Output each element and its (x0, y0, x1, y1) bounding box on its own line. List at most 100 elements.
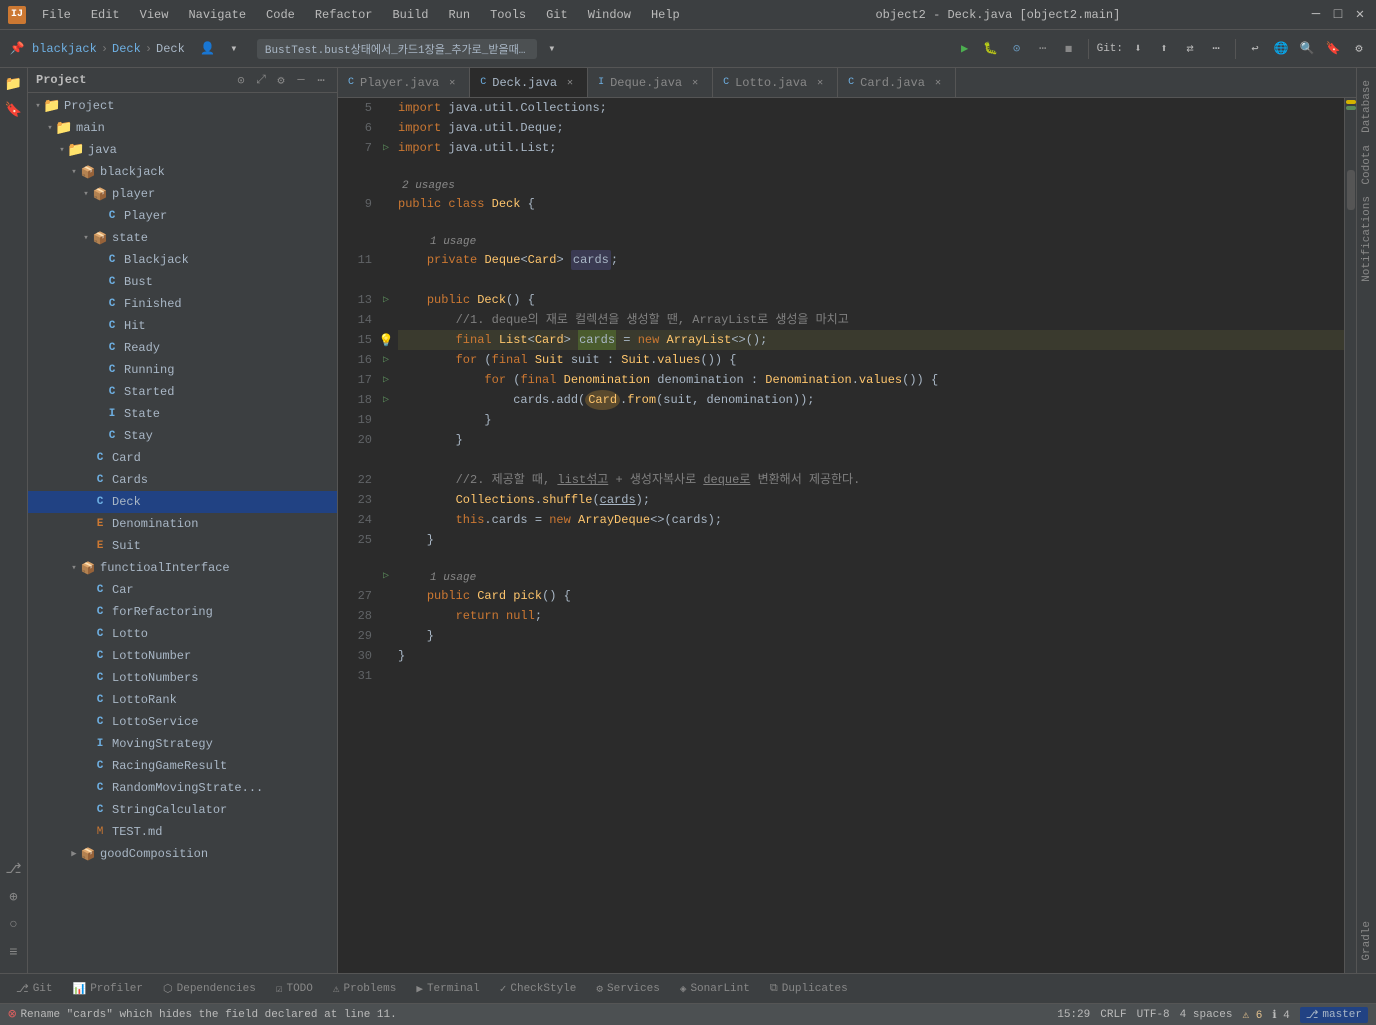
more-run-icon[interactable]: ⋯ (1032, 38, 1054, 60)
tab-close-card[interactable]: ✕ (931, 76, 945, 90)
maximize-button[interactable]: □ (1330, 7, 1346, 23)
bottom-tab-duplicates[interactable]: ⧉ Duplicates (762, 981, 856, 997)
panel-locate-icon[interactable]: ⊙ (233, 72, 249, 88)
tree-item-state[interactable]: ▾ 📦 state (28, 227, 337, 249)
git-push-icon[interactable]: ⬆ (1153, 38, 1175, 60)
side-icon-pull-requests[interactable]: ⊕ (2, 885, 26, 909)
menu-item-git[interactable]: Git (538, 6, 576, 24)
tab-close-player[interactable]: ✕ (445, 76, 459, 90)
git-pull-icon[interactable]: ⬇ (1127, 38, 1149, 60)
side-icon-structure[interactable]: ≡ (2, 941, 26, 965)
panel-gear-icon[interactable]: ⋯ (313, 72, 329, 88)
tree-item-goodComposition[interactable]: ▶ 📦 goodComposition (28, 843, 337, 865)
tree-item-LottoService[interactable]: C LottoService (28, 711, 337, 733)
breadcrumb-blackjack[interactable]: blackjack (32, 42, 97, 56)
tree-item-main[interactable]: ▾ 📁 main (28, 117, 337, 139)
git-more-icon[interactable]: ⋯ (1205, 38, 1227, 60)
git-branch[interactable]: ⎇ master (1300, 1007, 1368, 1023)
panel-label-gradle[interactable]: Gradle (1361, 917, 1373, 965)
tree-item-Player[interactable]: C Player (28, 205, 337, 227)
chevron-down-icon[interactable]: ▾ (223, 38, 245, 60)
user-icon[interactable]: 👤 (197, 38, 219, 60)
bookmark-icon[interactable]: 🔖 (1322, 38, 1344, 60)
tree-item-LottoNumbers[interactable]: C LottoNumbers (28, 667, 337, 689)
run-config-label[interactable]: BustTest.bust상태에서_카드1장을_추가로_받을때_예외가_발생한다 (257, 39, 537, 59)
tree-item-player[interactable]: ▾ 📦 player (28, 183, 337, 205)
breadcrumb-deck-pkg[interactable]: Deck (112, 42, 141, 56)
menu-item-edit[interactable]: Edit (83, 6, 128, 24)
tree-item-Started[interactable]: C Started (28, 381, 337, 403)
scrollbar-thumb[interactable] (1347, 170, 1355, 210)
charset[interactable]: UTF-8 (1137, 1009, 1170, 1021)
cursor-position[interactable]: 15:29 (1057, 1009, 1090, 1021)
bottom-tab-problems[interactable]: ⚠ Problems (325, 980, 404, 998)
menu-item-navigate[interactable]: Navigate (180, 6, 254, 24)
debug-button[interactable]: 🐛 (980, 38, 1002, 60)
bottom-tab-dependencies[interactable]: ⬡ Dependencies (155, 980, 264, 998)
tab-close-deck[interactable]: ✕ (563, 76, 577, 90)
tree-item-Bust[interactable]: C Bust (28, 271, 337, 293)
run-button[interactable]: ▶ (954, 38, 976, 60)
indent-info[interactable]: 4 spaces (1180, 1009, 1233, 1021)
breadcrumb-deck[interactable]: Deck (156, 42, 185, 56)
panel-settings-icon[interactable]: ⚙ (273, 72, 289, 88)
undo-button[interactable]: ↩ (1244, 38, 1266, 60)
tree-item-Blackjack[interactable]: C Blackjack (28, 249, 337, 271)
tab-Deck-java[interactable]: C Deck.java ✕ (470, 68, 588, 97)
bottom-tab-profiler[interactable]: 📊 Profiler (65, 980, 152, 998)
panel-label-database[interactable]: Database (1361, 76, 1373, 137)
line-ending[interactable]: CRLF (1100, 1009, 1126, 1021)
menu-item-tools[interactable]: Tools (482, 6, 534, 24)
tab-Lotto-java[interactable]: C Lotto.java ✕ (713, 68, 838, 97)
tree-item-State[interactable]: I State (28, 403, 337, 425)
bottom-tab-terminal[interactable]: ▶ Terminal (408, 980, 487, 998)
tree-item-Card[interactable]: C Card (28, 447, 337, 469)
panel-minus-icon[interactable]: ─ (293, 72, 309, 88)
dropdown-arrow-icon[interactable]: ▾ (541, 38, 563, 60)
tree-item-java[interactable]: ▾ 📁 java (28, 139, 337, 161)
tree-item-MovingStrategy[interactable]: I MovingStrategy (28, 733, 337, 755)
stop-button[interactable]: ◼ (1058, 38, 1080, 60)
tree-item-TEST-md[interactable]: M TEST.md (28, 821, 337, 843)
panel-expand-icon[interactable]: ⤢ (253, 72, 269, 88)
tree-item-LottoRank[interactable]: C LottoRank (28, 689, 337, 711)
tree-item-functioalInterface[interactable]: ▾ 📦 functioalInterface (28, 557, 337, 579)
tree-item-Lotto[interactable]: C Lotto (28, 623, 337, 645)
toolbar-pin-icon[interactable]: 📌 (6, 38, 28, 60)
tree-item-Running[interactable]: C Running (28, 359, 337, 381)
tree-item-StringCalculator[interactable]: C StringCalculator (28, 799, 337, 821)
search-icon[interactable]: 🔍 (1296, 38, 1318, 60)
tree-item-Suit[interactable]: E Suit (28, 535, 337, 557)
tab-Card-java[interactable]: C Card.java ✕ (838, 68, 956, 97)
menu-item-view[interactable]: View (132, 6, 177, 24)
tab-Player-java[interactable]: C Player.java ✕ (338, 68, 470, 97)
bottom-tab-services[interactable]: ⚙ Services (588, 980, 667, 998)
menu-item-run[interactable]: Run (440, 6, 478, 24)
tree-item-forRefactoring[interactable]: C forRefactoring (28, 601, 337, 623)
code-content[interactable]: import java.util.Collections; import jav… (394, 98, 1344, 973)
menu-item-refactor[interactable]: Refactor (307, 6, 381, 24)
tab-Deque-java[interactable]: I Deque.java ✕ (588, 68, 713, 97)
close-button[interactable]: ✕ (1352, 7, 1368, 23)
side-icon-bookmark[interactable]: 🔖 (2, 98, 26, 122)
tree-item-project[interactable]: ▾ 📁 Project (28, 95, 337, 117)
menu-item-build[interactable]: Build (384, 6, 436, 24)
side-icon-commit[interactable]: ○ (2, 913, 26, 937)
menu-item-window[interactable]: Window (580, 6, 639, 24)
tree-item-Finished[interactable]: C Finished (28, 293, 337, 315)
coverage-button[interactable]: ⊙ (1006, 38, 1028, 60)
tree-item-blackjack[interactable]: ▾ 📦 blackjack (28, 161, 337, 183)
git-merge-icon[interactable]: ⇄ (1179, 38, 1201, 60)
menu-item-code[interactable]: Code (258, 6, 303, 24)
side-icon-project[interactable]: 📁 (2, 72, 26, 96)
tree-item-Car[interactable]: C Car (28, 579, 337, 601)
tree-item-Deck[interactable]: C Deck (28, 491, 337, 513)
tree-item-Stay[interactable]: C Stay (28, 425, 337, 447)
bottom-tab-git[interactable]: ⎇ Git (8, 980, 61, 998)
panel-label-codota[interactable]: Codota (1361, 141, 1373, 189)
menu-item-help[interactable]: Help (643, 6, 688, 24)
tree-item-Hit[interactable]: C Hit (28, 315, 337, 337)
panel-label-notifications[interactable]: Notifications (1361, 192, 1373, 286)
bottom-tab-checkstyle[interactable]: ✓ CheckStyle (492, 980, 585, 998)
bottom-tab-todo[interactable]: ☑ TODO (268, 980, 321, 998)
